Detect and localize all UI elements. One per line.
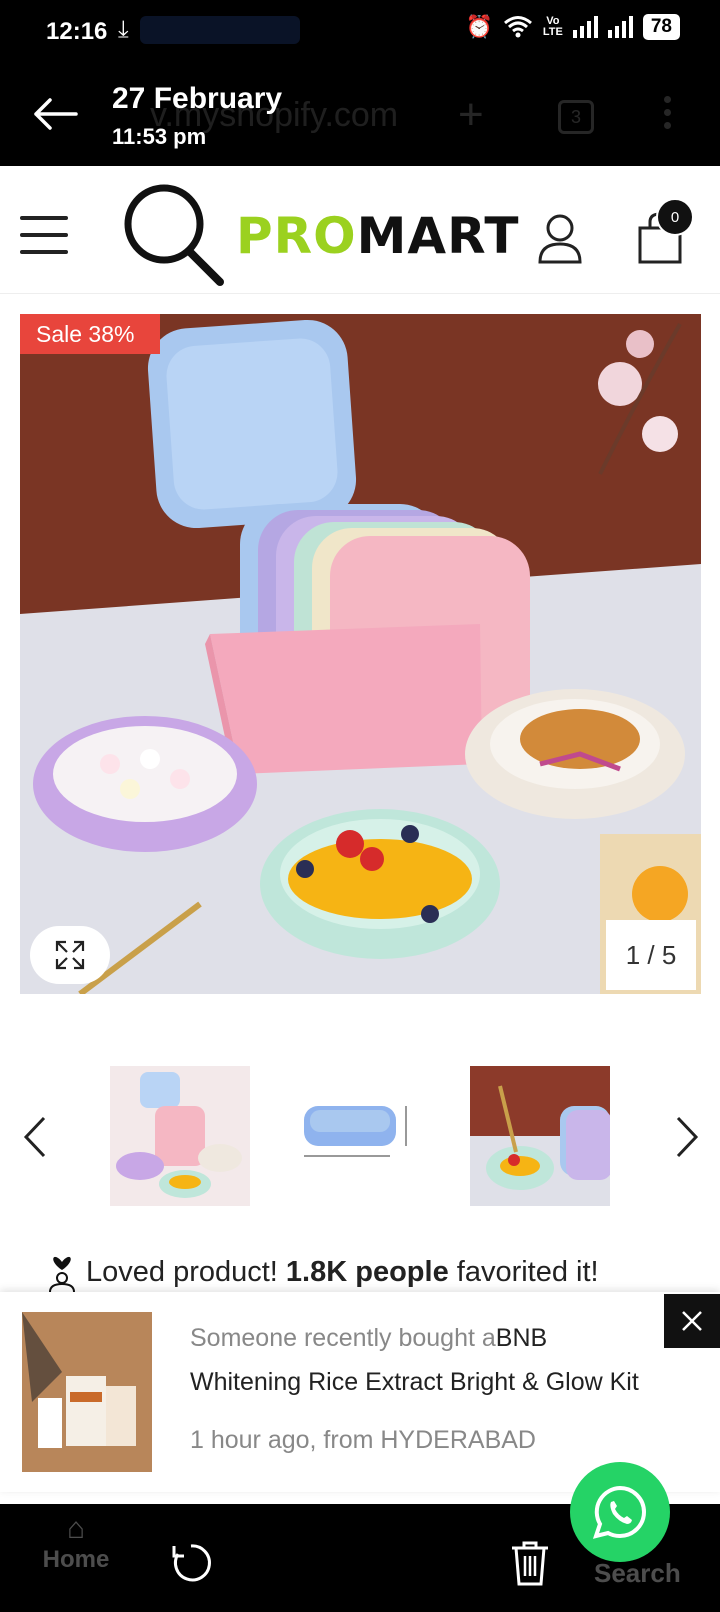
rotate-icon[interactable] bbox=[168, 1540, 214, 1586]
social-proof-suffix: favorited it! bbox=[448, 1256, 599, 1288]
heart-person-icon bbox=[49, 1256, 75, 1292]
close-icon bbox=[682, 1311, 702, 1331]
ghost-menu-icon bbox=[664, 96, 672, 135]
alarm-icon: ⏰ bbox=[465, 14, 493, 39]
volte-indicator: Vo LTE bbox=[542, 15, 563, 38]
thumbnail-1[interactable] bbox=[110, 1066, 250, 1206]
social-proof-prefix: Loved product! bbox=[86, 1256, 286, 1288]
ghost-plus-icon: + bbox=[458, 90, 484, 139]
logo-mart: MART bbox=[356, 207, 520, 265]
product-photo bbox=[20, 314, 701, 994]
logo-pro: PRO bbox=[236, 207, 357, 265]
thumbnail-3[interactable] bbox=[470, 1066, 610, 1206]
download-icon: ⤓ bbox=[118, 16, 129, 43]
trash-icon[interactable] bbox=[510, 1540, 550, 1586]
status-time: 12:16 bbox=[46, 18, 108, 45]
popup-headline: Someone recently bought aBNB bbox=[190, 1324, 547, 1353]
home-label: Home bbox=[42, 1546, 110, 1573]
viewer-header: v.myshopify.com + 3 27 February 11:53 pm bbox=[0, 66, 720, 166]
notification-icons bbox=[140, 16, 300, 44]
menu-icon[interactable] bbox=[20, 216, 68, 254]
chevron-left-icon[interactable] bbox=[20, 1114, 50, 1160]
image-counter: 1 / 5 bbox=[606, 920, 696, 990]
user-icon[interactable] bbox=[536, 212, 584, 264]
chevron-right-icon[interactable] bbox=[672, 1114, 702, 1160]
ghost-tabs-icon: 3 bbox=[558, 100, 594, 134]
cart-count-badge: 0 bbox=[656, 198, 694, 236]
popup-product-image[interactable] bbox=[22, 1312, 152, 1472]
store-header: PRO MART 0 bbox=[0, 176, 720, 294]
close-popup-button[interactable] bbox=[664, 1294, 720, 1348]
search-icon[interactable] bbox=[120, 182, 230, 292]
popup-brand: BNB bbox=[495, 1324, 548, 1352]
popup-meta: 1 hour ago, from HYDERABAD bbox=[190, 1426, 536, 1454]
thumbnail-carousel bbox=[0, 1066, 720, 1208]
signal-icon bbox=[572, 16, 598, 38]
back-arrow-icon[interactable] bbox=[30, 94, 80, 134]
battery-indicator: 78 bbox=[642, 14, 680, 40]
store-logo[interactable]: PRO MART bbox=[236, 206, 519, 266]
whatsapp-button[interactable] bbox=[570, 1462, 670, 1562]
wifi-icon bbox=[503, 16, 532, 38]
expand-icon bbox=[55, 940, 85, 970]
sale-badge: Sale 38% bbox=[20, 314, 160, 354]
expand-button[interactable] bbox=[30, 926, 110, 984]
product-image[interactable] bbox=[20, 314, 701, 994]
thumbnail-2[interactable] bbox=[290, 1066, 430, 1206]
home-icon: ⌂ bbox=[66, 1512, 86, 1545]
ghost-home-tab: ⌂ Home bbox=[36, 1512, 116, 1574]
social-proof-count: 1.8K people bbox=[285, 1256, 449, 1288]
social-proof: Loved product! 1.8K people favorited it! bbox=[46, 1256, 720, 1296]
viewer-date: 27 February bbox=[112, 82, 283, 115]
signal-icon-2 bbox=[607, 16, 633, 38]
ghost-search-label: Search bbox=[594, 1558, 681, 1588]
whatsapp-icon bbox=[592, 1485, 646, 1539]
popup-product-name[interactable]: Whitening Rice Extract Bright & Glow Kit bbox=[190, 1368, 640, 1397]
status-bar: 12:16 ⤓ ⏰ Vo LTE 78 bbox=[0, 0, 720, 66]
viewer-time: 11:53 pm bbox=[112, 124, 207, 149]
popup-prefix: Someone recently bought a bbox=[190, 1324, 496, 1352]
